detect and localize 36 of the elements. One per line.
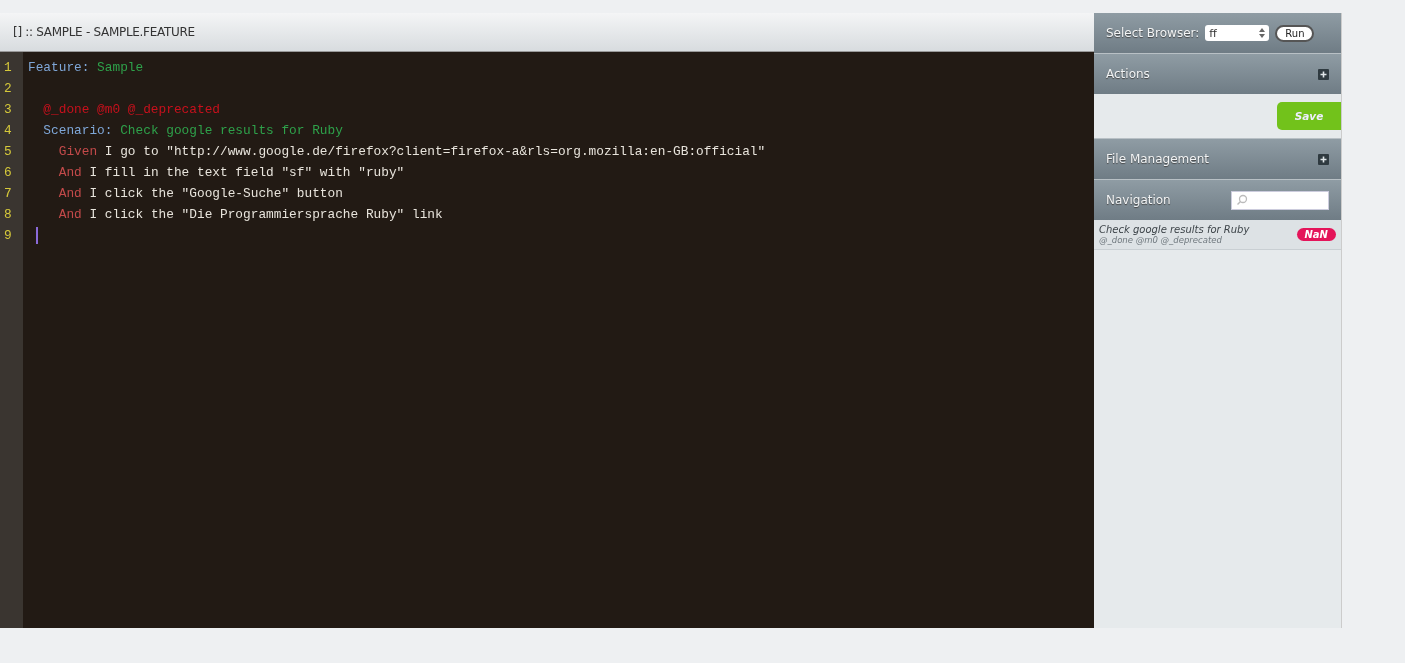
code-token: Check google results for Ruby: [119, 122, 343, 140]
code-token: And: [57, 206, 82, 224]
code-token: And: [57, 185, 82, 203]
code-token: I go to "http://www.google.de/firefox?client=firefox-a&rls=org.mozilla:en-GB:official": [103, 143, 766, 161]
line-number: 1: [3, 59, 13, 77]
run-button[interactable]: Run: [1275, 24, 1315, 42]
file-title: [] :: SAMPLE - SAMPLE.FEATURE: [13, 25, 195, 39]
line-number: 9: [3, 227, 13, 245]
code-token: And: [57, 164, 82, 182]
line-number: 7: [3, 185, 13, 203]
search-icon: [1236, 194, 1248, 206]
line-number: 3: [3, 101, 13, 119]
line-number: 2: [3, 80, 13, 98]
scenario-title: Check google results for Ruby: [1099, 224, 1250, 235]
section-title: Navigation: [1106, 193, 1171, 207]
code-token: Feature:: [28, 59, 90, 77]
code-token: @_done @m0 @_deprecated: [42, 101, 220, 119]
code-token: I fill in the text field "sf" with "ruby": [88, 164, 405, 182]
code-token: Scenario:: [42, 122, 113, 140]
code-token: Sample: [96, 59, 144, 77]
browser-label: Select Browser:: [1106, 26, 1200, 40]
line-number: 6: [3, 164, 13, 182]
code-token: I click the "Google-Suche" button: [88, 185, 343, 203]
code-token: I click the "Die Programmiersprache Ruby" link: [88, 206, 443, 224]
scenario-item[interactable]: Check google results for Ruby @_done @m0 @_deprecated NaN: [1094, 220, 1341, 250]
expand-icon[interactable]: [1318, 153, 1329, 165]
expand-icon[interactable]: [1318, 68, 1329, 80]
status-badge: NaN: [1296, 228, 1336, 241]
line-number: 4: [3, 122, 13, 140]
search-field[interactable]: [1231, 190, 1329, 210]
browser-select[interactable]: ff: [1205, 25, 1270, 41]
code-token: Given: [57, 143, 98, 161]
line-number: 8: [3, 206, 13, 224]
spinner-icon: [1259, 28, 1266, 38]
line-number: 5: [3, 143, 13, 161]
scenario-tags: @_done @m0 @_deprecated: [1099, 235, 1250, 245]
